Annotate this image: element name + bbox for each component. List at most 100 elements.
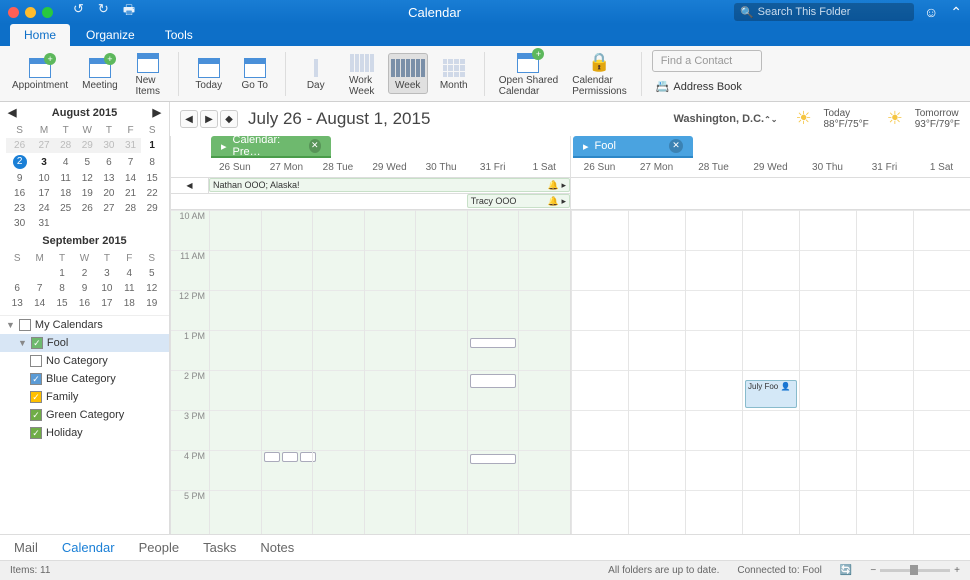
minical-day[interactable]: 19 xyxy=(141,296,163,311)
calendar-label-primary[interactable]: ▸Calendar: Pre…✕ xyxy=(211,136,331,158)
day-column[interactable] xyxy=(209,210,261,534)
day-column[interactable]: July Foo 👤 xyxy=(742,210,799,534)
minical-day[interactable]: 17 xyxy=(96,296,118,311)
minical-august[interactable]: SMTWTFS262728293031123456789101112131415… xyxy=(0,123,169,231)
minical-day[interactable]: 8 xyxy=(141,153,163,171)
minical-day[interactable]: 20 xyxy=(98,186,120,201)
sync-icon[interactable]: 🔄 xyxy=(840,565,852,576)
minical-day[interactable]: 30 xyxy=(6,216,33,231)
minical-day[interactable]: 1 xyxy=(141,138,163,153)
day-column[interactable] xyxy=(685,210,742,534)
day-column[interactable] xyxy=(364,210,416,534)
minical-day[interactable]: 6 xyxy=(6,281,28,296)
today-button[interactable]: Today xyxy=(189,54,229,93)
today-nav-icon[interactable]: ◆ xyxy=(220,110,238,128)
goto-button[interactable]: Go To xyxy=(235,54,275,93)
minical-day[interactable]: 14 xyxy=(120,171,142,186)
tab-tools[interactable]: Tools xyxy=(151,24,207,46)
minical-day[interactable] xyxy=(98,216,120,231)
minical-day[interactable]: 25 xyxy=(55,201,77,216)
minical-day[interactable]: 8 xyxy=(51,281,73,296)
day-column[interactable] xyxy=(913,210,970,534)
minical-day[interactable]: 28 xyxy=(55,138,77,153)
event[interactable] xyxy=(282,452,298,462)
minical-day[interactable]: 2 xyxy=(6,153,33,171)
event[interactable] xyxy=(264,452,280,462)
day-column[interactable] xyxy=(415,210,467,534)
minical-day[interactable]: 30 xyxy=(98,138,120,153)
minical-september[interactable]: SMTWTFS12345678910111213141516171819 xyxy=(0,251,169,311)
minical-day[interactable]: 10 xyxy=(96,281,118,296)
day-column[interactable] xyxy=(261,210,313,534)
minical-day[interactable] xyxy=(120,216,142,231)
view-mail[interactable]: Mail xyxy=(14,540,38,555)
minical-day[interactable]: 27 xyxy=(33,138,55,153)
view-tasks[interactable]: Tasks xyxy=(203,540,236,555)
calendar-fool[interactable]: ▼✓Fool xyxy=(0,334,169,352)
minical-day[interactable]: 12 xyxy=(141,281,163,296)
minical-day[interactable]: 15 xyxy=(141,171,163,186)
day-column[interactable] xyxy=(856,210,913,534)
view-calendar[interactable]: Calendar xyxy=(62,540,115,555)
minical-day[interactable]: 23 xyxy=(6,201,33,216)
weather-location[interactable]: Washington, D.C.⌃⌄ xyxy=(673,113,777,125)
minical-day[interactable] xyxy=(141,216,163,231)
tab-organize[interactable]: Organize xyxy=(72,24,149,46)
minical-day[interactable]: 22 xyxy=(141,186,163,201)
minical-day[interactable]: 13 xyxy=(6,296,28,311)
minical-day[interactable] xyxy=(6,266,28,281)
minical-day[interactable]: 18 xyxy=(118,296,140,311)
view-people[interactable]: People xyxy=(139,540,179,555)
meeting-button[interactable]: +Meeting xyxy=(78,54,122,93)
address-book-button[interactable]: 📇Address Book xyxy=(652,76,762,97)
minical-day[interactable]: 15 xyxy=(51,296,73,311)
minical-day[interactable]: 31 xyxy=(120,138,142,153)
minical-day[interactable]: 13 xyxy=(98,171,120,186)
expand-allday-icon[interactable]: ◀ xyxy=(186,181,192,190)
minical-day[interactable]: 11 xyxy=(118,281,140,296)
category-green-category[interactable]: ✓Green Category xyxy=(0,406,169,424)
event[interactable] xyxy=(470,338,517,348)
minical-day[interactable]: 29 xyxy=(76,138,98,153)
minical-day[interactable]: 10 xyxy=(33,171,55,186)
category-no-category[interactable]: ✓No Category xyxy=(0,352,169,370)
close-icon[interactable]: ✕ xyxy=(669,139,683,153)
close-icon[interactable]: ✕ xyxy=(309,139,321,153)
minical-day[interactable]: 7 xyxy=(28,281,50,296)
next-month-icon[interactable]: ▶ xyxy=(153,106,161,119)
minical-day[interactable]: 17 xyxy=(33,186,55,201)
minical-day[interactable]: 12 xyxy=(76,171,98,186)
allday-event[interactable]: Nathan OOO; Alaska!🔔 ▸ xyxy=(209,178,570,192)
day-column[interactable] xyxy=(571,210,628,534)
prev-month-icon[interactable]: ◀ xyxy=(8,106,16,119)
minical-day[interactable]: 26 xyxy=(76,201,98,216)
minical-day[interactable]: 9 xyxy=(73,281,95,296)
event-july-foo[interactable]: July Foo 👤 xyxy=(745,380,797,408)
category-blue-category[interactable]: ✓Blue Category xyxy=(0,370,169,388)
minical-day[interactable]: 11 xyxy=(55,171,77,186)
day-view-button[interactable]: Day xyxy=(296,54,336,93)
minical-day[interactable]: 1 xyxy=(51,266,73,281)
minical-day[interactable]: 24 xyxy=(33,201,55,216)
minical-day[interactable]: 18 xyxy=(55,186,77,201)
allday-event[interactable]: Tracy OOO🔔 ▸ xyxy=(467,194,570,208)
minical-day[interactable]: 26 xyxy=(6,138,33,153)
event[interactable] xyxy=(470,374,517,388)
category-holiday[interactable]: ✓Holiday xyxy=(0,424,169,442)
calendar-label-fool[interactable]: ▸Fool✕ xyxy=(573,136,693,158)
new-items-button[interactable]: New Items xyxy=(128,49,168,99)
category-family[interactable]: ✓Family xyxy=(0,388,169,406)
minical-day[interactable]: 16 xyxy=(6,186,33,201)
minical-day[interactable]: 31 xyxy=(33,216,55,231)
day-column[interactable] xyxy=(799,210,856,534)
search-input[interactable]: 🔍 Search This Folder xyxy=(734,3,914,21)
appointment-button[interactable]: +Appointment xyxy=(8,54,72,93)
minical-day[interactable]: 28 xyxy=(120,201,142,216)
minical-day[interactable]: 9 xyxy=(6,171,33,186)
minical-day[interactable]: 29 xyxy=(141,201,163,216)
event[interactable] xyxy=(470,454,517,464)
minical-day[interactable]: 27 xyxy=(98,201,120,216)
day-column[interactable] xyxy=(467,210,519,534)
minical-day[interactable]: 2 xyxy=(73,266,95,281)
minical-day[interactable] xyxy=(28,266,50,281)
